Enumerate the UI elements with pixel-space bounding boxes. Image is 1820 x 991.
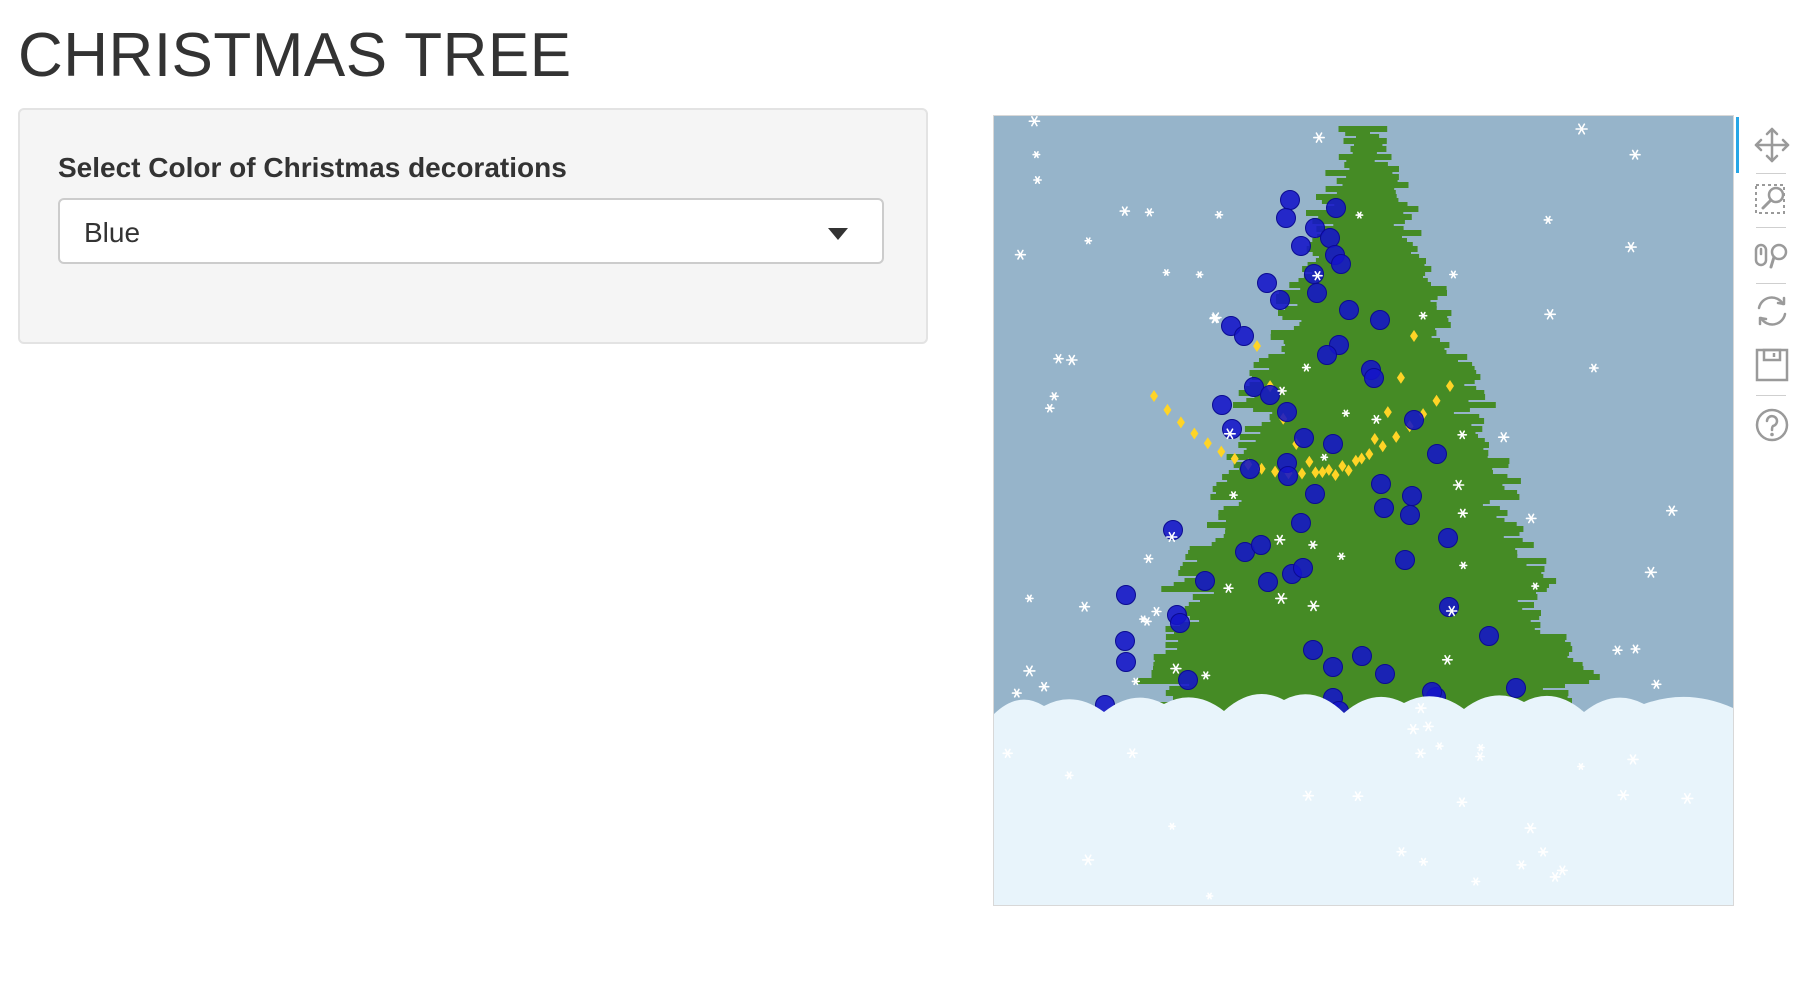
toolbar-divider [1756, 227, 1786, 228]
ornament [1212, 395, 1232, 415]
ornament [1116, 652, 1136, 672]
reset-tool[interactable] [1752, 291, 1792, 331]
box-zoom-icon [1755, 184, 1785, 214]
box-zoom-tool[interactable] [1752, 179, 1792, 219]
ornament [1506, 678, 1526, 698]
ornament [1331, 254, 1351, 274]
ornament [1240, 459, 1260, 479]
ornament [1304, 264, 1324, 284]
ornament [1258, 572, 1278, 592]
ornament [1270, 290, 1290, 310]
ornament [1374, 498, 1394, 518]
save-tool[interactable] [1752, 345, 1792, 385]
select-value: Blue [84, 217, 141, 248]
ornament [1291, 236, 1311, 256]
decoration-color-label: Select Color of Christmas decorations [58, 152, 567, 183]
decoration-color-select[interactable]: Blue [58, 198, 884, 264]
ornament [1276, 208, 1296, 228]
active-tool-indicator [1736, 117, 1739, 173]
ornament [1339, 300, 1359, 320]
pan-icon [1754, 127, 1790, 163]
ornament [1395, 550, 1415, 570]
ornament [1371, 474, 1391, 494]
ornament [1280, 190, 1300, 210]
ornament [1317, 345, 1337, 365]
ornament [1234, 326, 1254, 346]
sidebar-panel: Select Color of Christmas decorations Bl… [18, 108, 928, 344]
wheel-zoom-tool[interactable] [1752, 235, 1792, 275]
page-title: CHRISTMAS TREE [18, 21, 572, 90]
ornament [1293, 558, 1313, 578]
help-icon [1755, 408, 1789, 442]
ornament [1278, 466, 1298, 486]
ornament [1195, 571, 1215, 591]
ornament [1277, 402, 1297, 422]
ornament [1404, 410, 1424, 430]
tree-canvas [994, 116, 1733, 905]
ornament [1115, 631, 1135, 651]
help-tool[interactable] [1752, 405, 1792, 445]
ornament [1352, 646, 1372, 666]
ornament [1291, 513, 1311, 533]
ornament [1307, 283, 1327, 303]
ornament [1402, 486, 1422, 506]
reset-icon [1757, 296, 1787, 326]
wheel-zoom-icon [1754, 243, 1788, 269]
tree-plot[interactable] [993, 115, 1734, 906]
ornament [1170, 613, 1190, 633]
ornament [1326, 198, 1346, 218]
ornament [1303, 640, 1323, 660]
ornament [1479, 626, 1499, 646]
ornament [1116, 585, 1136, 605]
pan-tool[interactable] [1752, 125, 1792, 165]
ornament [1400, 505, 1420, 525]
toolbar-divider [1756, 173, 1786, 174]
toolbar-divider [1756, 395, 1786, 396]
ornament [1323, 434, 1343, 454]
tree-top [1356, 126, 1370, 166]
ornament [1178, 670, 1198, 690]
toolbar-divider [1756, 283, 1786, 284]
ornament [1260, 385, 1280, 405]
ornament [1257, 273, 1277, 293]
ornament [1375, 664, 1395, 684]
ornament [1323, 657, 1343, 677]
snow-ground [994, 694, 1733, 905]
ornament [1364, 368, 1384, 388]
ornament [1305, 484, 1325, 504]
ornament [1251, 535, 1271, 555]
ornament [1427, 444, 1447, 464]
save-icon [1755, 348, 1789, 382]
plot-toolbar [1736, 115, 1806, 475]
ornament [1294, 428, 1314, 448]
ornament [1320, 228, 1340, 248]
ornament [1438, 528, 1458, 548]
chevron-down-icon [828, 228, 848, 240]
ornament [1370, 310, 1390, 330]
